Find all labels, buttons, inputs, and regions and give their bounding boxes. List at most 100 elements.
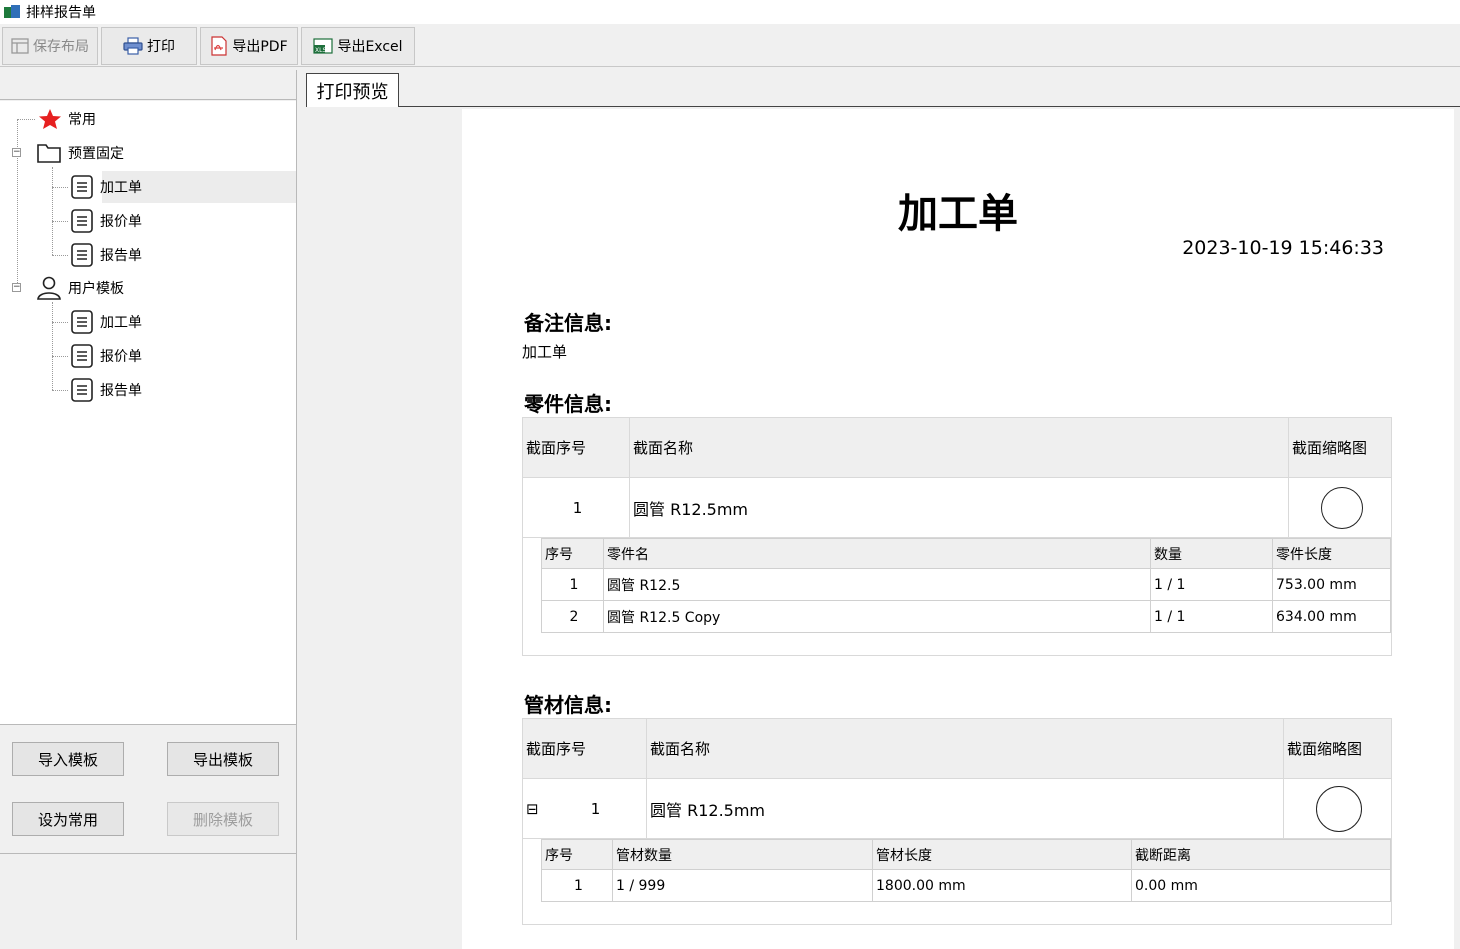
tree-node-user-process[interactable]: 加工单 (70, 306, 142, 338)
remark-section-title: 备注信息: (524, 311, 612, 335)
window-title: 排样报告单 (26, 5, 96, 21)
parts-table: 截面序号 截面名称 截面缩略图 1 圆管 R12.5mm 序号 零件名 数量 零… (522, 417, 1392, 656)
section-thumbnail (1283, 778, 1392, 839)
section-thumbnail (1288, 477, 1392, 538)
tree-node-user-quote[interactable]: 报价单 (70, 340, 142, 372)
tree-node-preset-process[interactable]: 加工单 (70, 171, 296, 203)
table-cell: 1 / 1 (1150, 568, 1273, 601)
table-cell: 1 (541, 869, 613, 902)
tree-node-user[interactable]: 用户模板 (36, 272, 124, 304)
column-header: 管材长度 (872, 839, 1132, 870)
section-name: 圆管 R12.5mm (629, 477, 1289, 538)
document-icon (71, 310, 93, 334)
table-row[interactable]: 1 圆管 R12.5 1 / 1 753.00 mm (541, 568, 1391, 601)
tree-node-common[interactable]: 常用 (38, 103, 96, 135)
tree-node-label: 报价单 (100, 349, 142, 365)
table-cell: 1800.00 mm (872, 869, 1132, 902)
template-panel: 常用 − 预置固定 加工单 报价单 报告单 − 用户模板 加工单 报价单 报告单… (0, 70, 297, 940)
tree-node-label: 报告单 (100, 383, 142, 399)
column-header: 截面序号 (522, 718, 647, 779)
tree-node-user-report[interactable]: 报告单 (70, 374, 142, 406)
table-cell: 1 (541, 568, 604, 601)
document-icon (71, 243, 93, 267)
tree-node-preset[interactable]: 预置固定 (36, 137, 124, 169)
tree-node-preset-report[interactable]: 报告单 (70, 239, 142, 271)
export-template-button[interactable]: 导出模板 (167, 742, 279, 776)
template-tree[interactable]: 常用 − 预置固定 加工单 报价单 报告单 − 用户模板 加工单 报价单 报告单 (0, 101, 296, 725)
collapse-toggle[interactable]: − (12, 148, 21, 157)
tree-line (52, 187, 68, 188)
pdf-icon (211, 36, 227, 56)
star-icon (39, 109, 61, 129)
tab-print-preview[interactable]: 打印预览 (306, 73, 399, 107)
app-icon (4, 5, 20, 19)
column-header: 序号 (541, 839, 613, 870)
table-row[interactable]: 1 圆管 R12.5mm (522, 477, 1392, 538)
table-cell: 2 (541, 600, 604, 633)
section-index: 1 (590, 799, 601, 818)
column-header: 零件长度 (1272, 538, 1391, 569)
folder-icon (37, 144, 61, 163)
title-bar: 排样报告单 (0, 0, 1460, 24)
tree-line (17, 119, 18, 287)
column-header: 截面序号 (522, 417, 630, 478)
report-date: 2023-10-19 15:46:33 (1182, 237, 1384, 259)
tree-line (52, 322, 68, 323)
collapse-toggle[interactable]: ⊟ (526, 800, 556, 818)
print-label: 打印 (147, 39, 175, 55)
circle-thumbnail-icon (1316, 785, 1362, 832)
collapse-toggle[interactable]: − (12, 283, 21, 292)
export-excel-button[interactable]: XLS 导出Excel (301, 27, 415, 65)
tree-node-preset-quote[interactable]: 报价单 (70, 205, 142, 237)
pipe-table: 截面序号 截面名称 截面缩略图 ⊟ 1 圆管 R12.5mm 序号 管材数量 管… (522, 718, 1392, 925)
tree-line (17, 119, 35, 120)
user-icon (37, 276, 61, 300)
document-icon (71, 344, 93, 368)
column-header: 截面名称 (646, 718, 1284, 779)
tree-line (52, 167, 53, 255)
column-header: 截断距离 (1131, 839, 1391, 870)
export-pdf-label: 导出PDF (232, 39, 288, 55)
table-cell: 634.00 mm (1272, 600, 1391, 633)
table-row[interactable]: 1 1 / 999 1800.00 mm 0.00 mm (541, 869, 1391, 902)
column-header: 截面缩略图 (1288, 417, 1392, 478)
print-preview-area[interactable]: 加工单 2023-10-19 15:46:33 备注信息: 加工单 零件信息: … (298, 107, 1460, 949)
circle-thumbnail-icon (1320, 486, 1363, 529)
tree-node-label: 报价单 (100, 214, 142, 230)
tree-line (52, 356, 68, 357)
preview-panel: 打印预览 加工单 2023-10-19 15:46:33 备注信息: 加工单 零… (298, 70, 1460, 949)
column-header: 管材数量 (612, 839, 873, 870)
tree-line (52, 221, 68, 222)
excel-icon: XLS (313, 38, 334, 54)
panel-header (0, 70, 296, 100)
section-index: 1 (522, 477, 630, 538)
toolbar: 保存布局 打印 导出PDF XLS 导出Excel (0, 25, 1460, 67)
print-button[interactable]: 打印 (101, 27, 197, 65)
tree-node-label: 加工单 (100, 180, 142, 196)
report-title: 加工单 (898, 191, 1018, 237)
export-excel-label: 导出Excel (337, 39, 403, 55)
tree-node-label: 用户模板 (68, 281, 124, 297)
tree-node-label: 预置固定 (68, 146, 124, 162)
table-cell: 圆管 R12.5 Copy (603, 600, 1151, 633)
save-layout-button[interactable]: 保存布局 (2, 27, 98, 65)
printer-icon (123, 37, 143, 55)
column-header: 零件名 (603, 538, 1151, 569)
document-icon (71, 209, 93, 233)
section-name: 圆管 R12.5mm (646, 778, 1284, 839)
table-row[interactable]: ⊟ 1 圆管 R12.5mm (522, 778, 1392, 839)
table-row[interactable]: 2 圆管 R12.5 Copy 1 / 1 634.00 mm (541, 600, 1391, 633)
section-index-cell: ⊟ 1 (522, 778, 647, 839)
export-pdf-button[interactable]: 导出PDF (200, 27, 298, 65)
set-common-button[interactable]: 设为常用 (12, 802, 124, 836)
tree-node-label: 加工单 (100, 315, 142, 331)
delete-template-button[interactable]: 删除模板 (167, 802, 279, 836)
table-cell: 0.00 mm (1131, 869, 1391, 902)
document-icon (71, 378, 93, 402)
document-icon (71, 175, 93, 199)
import-template-button[interactable]: 导入模板 (12, 742, 124, 776)
parts-subtable: 序号 零件名 数量 零件长度 1 圆管 R12.5 1 / 1 753.00 m… (541, 538, 1391, 633)
layout-icon (11, 38, 29, 54)
pipe-section-title: 管材信息: (524, 693, 612, 717)
remark-value: 加工单 (522, 343, 568, 361)
